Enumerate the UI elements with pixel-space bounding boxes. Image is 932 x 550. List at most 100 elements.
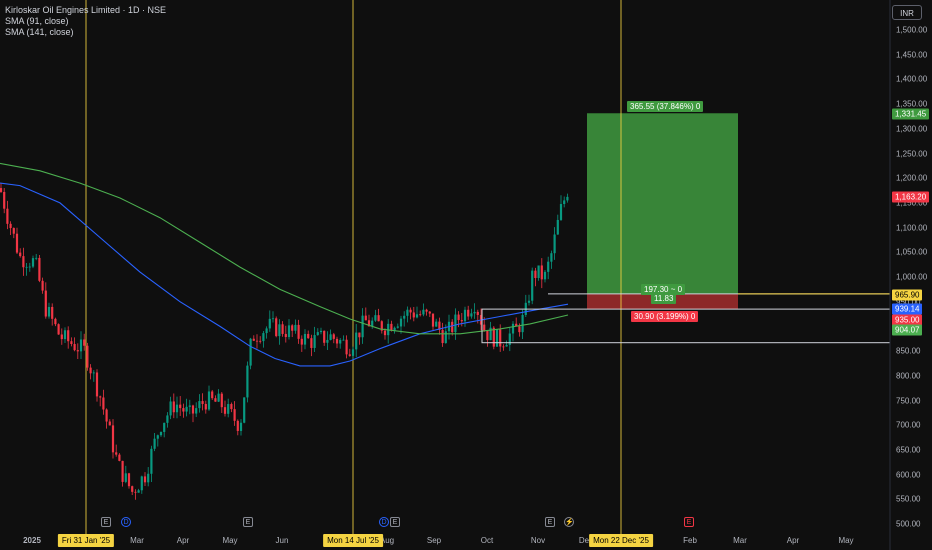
candle-body [12,228,15,234]
candle-body [19,252,22,257]
candle-body [419,314,422,316]
price-chart[interactable] [0,0,932,550]
price-tick-label: 1,250.00 [896,149,928,158]
candle-body [236,420,239,431]
candle-body [339,339,342,344]
candle-body [169,401,172,416]
candle-body [147,473,150,483]
candle-body [137,490,140,493]
candle-body [473,311,476,314]
candle-body [249,338,252,366]
candle-body [281,324,284,334]
time-tick-label: Jun [275,536,289,545]
candle-body [383,330,387,336]
position-center-label-2[interactable]: 11.83 [651,293,677,304]
stop-label[interactable]: 30.90 (3.199%) 0 [631,311,699,322]
candle-body [547,261,550,272]
candle-body [550,253,553,262]
candle-body [252,338,255,341]
candle-body [124,473,127,482]
candle-body [230,404,233,410]
price-tick-label: 500.00 [896,519,921,529]
date-marker-2: Mon 14 Jul '25 [323,534,383,547]
candle-body [351,349,355,356]
candle-body [44,290,47,317]
candle-body [255,340,259,342]
earnings-event-icon[interactable]: E [243,517,253,527]
candle-body [195,408,198,414]
candle-body [364,315,367,321]
candle-body [307,333,310,339]
candle-body [127,473,131,487]
earnings-event-icon[interactable]: E [101,517,111,527]
candle-body [518,326,521,333]
candle-body [300,338,303,345]
candle-body [521,314,524,333]
currency-button[interactable]: INR [892,5,922,20]
candle-body [534,270,537,278]
candle-body [508,333,511,345]
sma-91-label[interactable]: SMA (91, close) [5,16,166,27]
candle-body [329,334,332,340]
candle-body [214,398,217,402]
time-tick-label: Oct [480,536,494,545]
lightning-event-icon[interactable]: ⚡ [564,517,574,527]
candle-body [316,332,319,336]
time-tick-label: Feb [683,536,697,545]
price-tick-label: 1,450.00 [896,50,928,60]
symbol-title[interactable]: Kirloskar Oil Engines Limited · 1D · NSE [5,5,166,16]
candle-body [182,408,185,412]
candle-body [531,270,534,301]
candle-body [403,315,406,319]
candle-body [396,326,399,328]
candle-body [51,306,54,319]
candle-body [185,406,188,412]
candle-body [35,257,38,259]
candle-body [211,391,214,399]
candle-body [95,372,99,397]
candle-body [310,338,313,348]
candle-body [556,219,559,235]
dividend-event-icon[interactable]: D [379,517,389,527]
candle-body [220,393,223,408]
candle-body [278,324,281,337]
target-label[interactable]: 365.55 (37.846%) 0 [627,101,704,112]
target-zone [587,113,738,294]
last-price-tag: 1,163.20 [892,191,930,203]
candle-body [175,404,179,413]
candle-body [291,325,294,331]
candle-body [153,438,156,449]
candle-body [335,338,339,344]
dividend-event-icon[interactable]: D [121,517,131,527]
candle-body [25,266,28,268]
candle-body [444,331,447,344]
candle-body [22,256,25,268]
date-marker-3: Mon 22 Dec '25 [589,534,653,547]
candle-body [131,486,134,492]
candle-body [108,421,111,426]
time-tick-label: Mar [733,536,747,545]
price-tick-label: 1,100.00 [896,223,928,233]
candle-body [543,271,547,280]
candle-body [406,309,409,316]
sma-141-label[interactable]: SMA (141, close) [5,27,166,38]
candle-body [31,258,35,267]
candle-body [284,333,287,338]
candle-body [441,329,444,344]
candle-body [233,409,236,421]
candle-body [348,354,351,356]
candle-body [9,223,12,229]
chart-legend: Kirloskar Oil Engines Limited · 1D · NSE… [5,5,166,38]
sma-141-price-tag: 904.07 [892,324,923,336]
candle-body [204,403,207,410]
earnings-event-icon[interactable]: E [545,517,555,527]
earnings-event-icon[interactable]: E [390,517,400,527]
candle-body [457,314,460,321]
candle-body [92,372,95,374]
earnings-event-icon[interactable]: E [684,517,694,527]
candle-body [67,330,70,342]
candle-body [227,404,230,414]
candle-body [505,344,508,347]
candle-body [111,425,115,453]
candle-body [332,334,335,339]
